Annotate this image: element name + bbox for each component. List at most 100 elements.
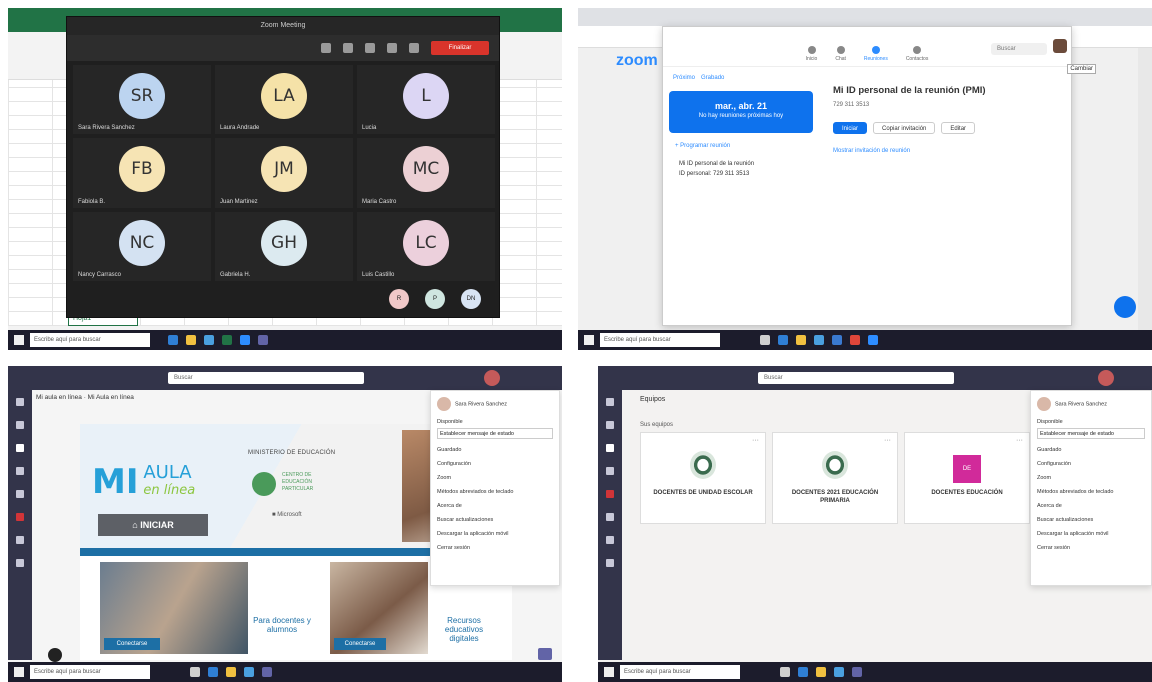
iniciar-button[interactable]: ⌂ INICIAR xyxy=(98,514,208,536)
profile-avatar[interactable] xyxy=(1053,39,1067,53)
support-chat-icon[interactable] xyxy=(1114,296,1136,318)
chat-bubble-icon[interactable] xyxy=(48,648,62,662)
updates-item[interactable]: Buscar actualizaciones xyxy=(1037,517,1145,523)
participant-tile[interactable]: JM Juan Martinez xyxy=(215,138,353,208)
mobile-item[interactable]: Descargar la aplicación móvil xyxy=(1037,531,1145,537)
edge-icon[interactable] xyxy=(168,335,178,345)
taskbar-search-input[interactable]: Escribe aquí para buscar xyxy=(600,333,720,347)
mini-avatar[interactable]: DN xyxy=(461,289,481,309)
nav-meetings[interactable]: Reuniones xyxy=(864,46,888,62)
mini-avatar[interactable]: R xyxy=(389,289,409,309)
edge-icon[interactable] xyxy=(798,667,808,677)
more-apps-icon[interactable] xyxy=(16,559,24,567)
participant-tile[interactable]: L Lucia xyxy=(357,65,495,135)
chat-icon[interactable] xyxy=(16,421,24,429)
about-item[interactable]: Acerca de xyxy=(1037,503,1145,509)
tab-recorded[interactable]: Grabado xyxy=(701,75,724,81)
taskbar-search-input[interactable]: Escribe aquí para buscar xyxy=(30,333,150,347)
chrome-icon[interactable] xyxy=(850,335,860,345)
shortcuts-item[interactable]: Métodos abreviados de teclado xyxy=(1037,489,1145,495)
participant-tile[interactable]: LA Laura Andrade xyxy=(215,65,353,135)
mini-avatar[interactable]: P xyxy=(425,289,445,309)
participant-tile[interactable]: SR Sara Rivera Sanchez xyxy=(73,65,211,135)
connect-button-1[interactable]: Conectarse xyxy=(104,638,160,650)
edge-icon[interactable] xyxy=(208,667,218,677)
date-card[interactable]: mar., abr. 21 No hay reuniones próximas … xyxy=(669,91,813,133)
more-apps-icon[interactable] xyxy=(606,559,614,567)
participant-tile[interactable]: GH Gabriela H. xyxy=(215,211,353,281)
video-icon[interactable] xyxy=(387,43,397,53)
pmi-list-item[interactable]: Mi ID personal de la reunión xyxy=(679,161,813,167)
files-icon[interactable] xyxy=(606,536,614,544)
calls-icon[interactable] xyxy=(606,513,614,521)
end-meeting-button[interactable]: Finalizar xyxy=(431,41,489,55)
participant-tile[interactable]: MC Maria Castro xyxy=(357,138,495,208)
start-button[interactable]: Iniciar xyxy=(833,122,868,134)
mail-icon[interactable] xyxy=(814,335,824,345)
windows-start-icon[interactable] xyxy=(14,667,24,677)
app-icon[interactable] xyxy=(606,490,614,498)
signout-item[interactable]: Cerrar sesión xyxy=(437,545,553,551)
folder-icon[interactable] xyxy=(816,667,826,677)
team-card[interactable]: ··· DOCENTES 2021 EDUCACIÓN PRIMARIA xyxy=(772,432,898,524)
mic-icon[interactable] xyxy=(365,43,375,53)
expand-icon[interactable] xyxy=(538,648,552,660)
taskbar-search-input[interactable]: Escribe aquí para buscar xyxy=(30,665,150,679)
app-icon[interactable] xyxy=(16,513,24,521)
calls-icon[interactable] xyxy=(16,490,24,498)
view-icon[interactable] xyxy=(321,43,331,53)
calendar-icon[interactable] xyxy=(606,467,614,475)
folder-icon[interactable] xyxy=(186,335,196,345)
participant-tile[interactable]: NC Nancy Carrasco xyxy=(73,211,211,281)
saved-item[interactable]: Guardado xyxy=(1037,447,1145,453)
updates-item[interactable]: Buscar actualizaciones xyxy=(437,517,553,523)
status-message-field[interactable]: Establecer mensaje de estado xyxy=(1037,428,1145,439)
activity-icon[interactable] xyxy=(16,398,24,406)
settings-item[interactable]: Configuración xyxy=(1037,461,1145,467)
page-scrollbar[interactable] xyxy=(1138,48,1152,330)
nav-home[interactable]: Inicio xyxy=(806,46,817,62)
mail-icon[interactable] xyxy=(834,667,844,677)
store-icon[interactable] xyxy=(204,335,214,345)
folder-icon[interactable] xyxy=(796,335,806,345)
nav-chat[interactable]: Chat xyxy=(835,46,846,62)
activity-icon[interactable] xyxy=(606,398,614,406)
excel-icon[interactable] xyxy=(222,335,232,345)
grid-icon[interactable] xyxy=(343,43,353,53)
task-view-icon[interactable] xyxy=(760,335,770,345)
nav-contacts[interactable]: Contactos xyxy=(906,46,928,62)
teams-icon[interactable] xyxy=(852,667,862,677)
store-icon[interactable] xyxy=(832,335,842,345)
team-card[interactable]: ··· DOCENTES DE UNIDAD ESCOLAR xyxy=(640,432,766,524)
taskbar-search-input[interactable]: Escribe aquí para buscar xyxy=(620,665,740,679)
mail-icon[interactable] xyxy=(244,667,254,677)
task-view-icon[interactable] xyxy=(780,667,790,677)
teams-icon[interactable] xyxy=(258,335,268,345)
edge-icon[interactable] xyxy=(778,335,788,345)
zoom-item[interactable]: Zoom xyxy=(437,475,553,481)
calendar-icon[interactable] xyxy=(16,467,24,475)
schedule-link[interactable]: + Programar reunión xyxy=(675,143,813,149)
more-options-icon[interactable]: ··· xyxy=(1016,437,1023,444)
participant-tile[interactable]: FB Fabiola B. xyxy=(73,138,211,208)
zoom-search-input[interactable]: Buscar xyxy=(991,43,1047,55)
zoom-icon[interactable] xyxy=(868,335,878,345)
team-card[interactable]: ··· DE DOCENTES EDUCACIÓN xyxy=(904,432,1030,524)
settings-item[interactable]: Configuración xyxy=(437,461,553,467)
signout-item[interactable]: Cerrar sesión xyxy=(1037,545,1145,551)
tab-upcoming[interactable]: Próximo xyxy=(673,75,695,81)
teams-search-input[interactable]: Buscar xyxy=(758,372,954,384)
zoom-item[interactable]: Zoom xyxy=(1037,475,1145,481)
files-icon[interactable] xyxy=(16,536,24,544)
teams-icon[interactable] xyxy=(16,444,24,452)
user-avatar[interactable] xyxy=(1098,370,1114,386)
zoom-icon[interactable] xyxy=(240,335,250,345)
connect-button-2[interactable]: Conectarse xyxy=(334,638,386,650)
participant-tile[interactable]: LC Luis Castillo xyxy=(357,211,495,281)
folder-icon[interactable] xyxy=(226,667,236,677)
more-options-icon[interactable]: ··· xyxy=(884,437,891,444)
user-avatar[interactable] xyxy=(484,370,500,386)
status-item[interactable]: Disponible xyxy=(1037,419,1145,425)
task-view-icon[interactable] xyxy=(190,667,200,677)
status-item[interactable]: Disponible xyxy=(437,419,553,425)
